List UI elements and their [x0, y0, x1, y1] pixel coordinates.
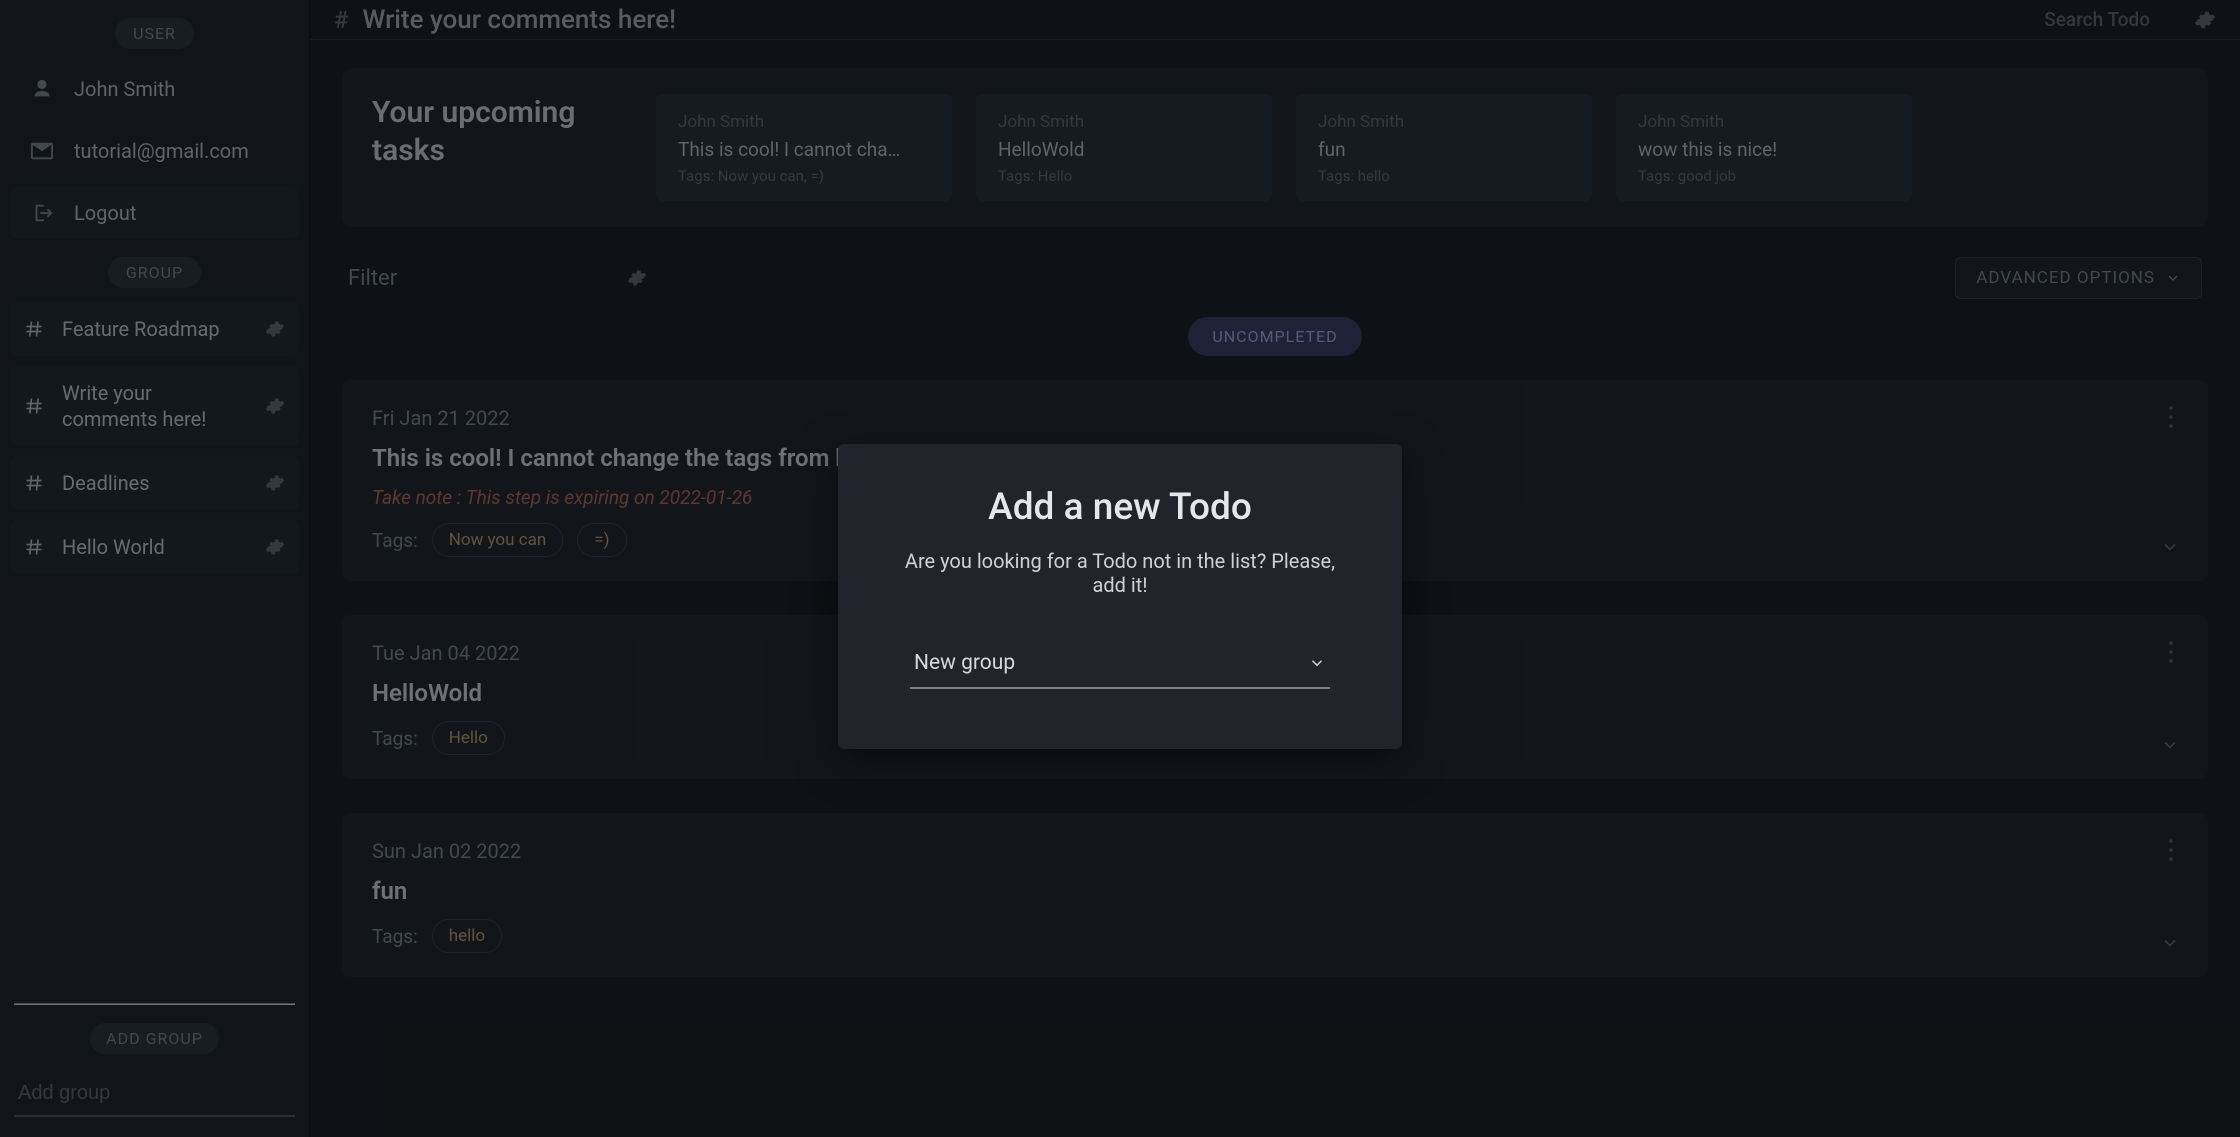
add-todo-modal: Add a new Todo Are you looking for a Tod… [838, 444, 1402, 749]
modal-overlay[interactable]: Add a new Todo Are you looking for a Tod… [0, 0, 2240, 1137]
group-select-value: New group [914, 651, 1015, 675]
modal-title: Add a new Todo [988, 486, 1252, 529]
group-select[interactable]: New group [910, 641, 1330, 689]
chevron-down-icon [1308, 654, 1326, 672]
modal-subtitle: Are you looking for a Todo not in the li… [894, 549, 1346, 597]
